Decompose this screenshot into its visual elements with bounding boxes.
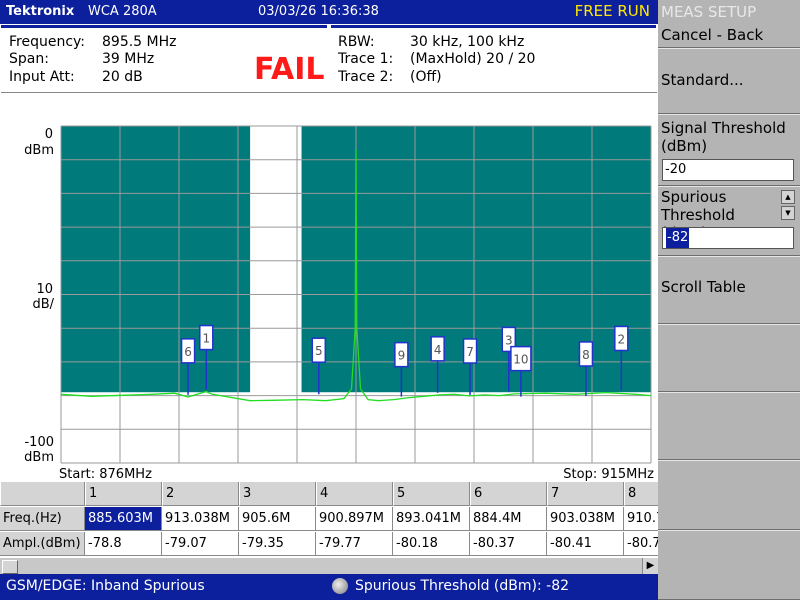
cancel-back-button-label: Cancel - Back — [661, 26, 764, 44]
rbw-label: RBW: — [338, 34, 375, 50]
title-divider — [331, 25, 656, 28]
column-header-3[interactable]: 3 — [239, 482, 316, 506]
spin-down-arrow-icon[interactable]: ▼ — [781, 206, 795, 220]
spectrum-chart: 1 2 3 4 5 6 7 8 9 10 0 dBm 10 dB/ -100 dBm Start:… — [24, 125, 654, 482]
table-corner — [0, 482, 85, 506]
verdict-fail: FAIL — [254, 52, 325, 87]
table-scrollbar[interactable]: ▶ — [0, 558, 658, 574]
trace2-value: (Off) — [410, 69, 442, 85]
marker-2-label: 2 — [617, 332, 625, 346]
menu-blank-button[interactable] — [658, 392, 800, 460]
marker-6-label: 6 — [184, 345, 192, 359]
title-divider — [1, 25, 327, 28]
ampl-cell-2[interactable]: -79.07 — [162, 532, 239, 556]
marker-10-label: 10 — [513, 353, 528, 367]
status-standard: GSM/EDGE: Inband Spurious — [6, 578, 205, 594]
signal-threshold-control[interactable]: Signal Threshold (dBm) -20 — [658, 114, 800, 186]
input-att-label: Input Att: — [9, 69, 75, 85]
marker-3-label: 3 — [505, 333, 513, 347]
menu-blank-button[interactable] — [658, 460, 800, 530]
freq-cell-2[interactable]: 913.038M — [162, 507, 239, 531]
frequency-label: Frequency: — [9, 34, 86, 50]
signal-threshold-label: Signal Threshold (dBm) — [661, 119, 786, 155]
ampl-cell-3[interactable]: -79.35 — [239, 532, 316, 556]
column-header-4[interactable]: 4 — [316, 482, 393, 506]
results-table: Freq.(Hz) Ampl.(dBm) 1 885.603M -78.8 2 913.03… — [0, 482, 701, 558]
trace1-label: Trace 1: — [338, 51, 394, 67]
column-header-2[interactable]: 2 — [162, 482, 239, 506]
frequency-value: 895.5 MHz — [102, 34, 177, 50]
spurious-threshold-input[interactable]: -82 — [662, 227, 794, 249]
menu-title: MEAS SETUP — [661, 3, 757, 21]
y-top-value: 0 — [45, 127, 53, 142]
scroll-table-button[interactable]: Scroll Table — [658, 256, 800, 324]
date-time: 03/03/26 16:36:38 — [258, 4, 379, 19]
start-frequency: Start: 876MHz — [59, 467, 152, 482]
freq-cell-5[interactable]: 893.041M — [393, 507, 470, 531]
column-header-6[interactable]: 6 — [470, 482, 547, 506]
y-top-unit: dBm — [24, 143, 54, 158]
row-label-freq: Freq.(Hz) — [0, 507, 85, 531]
column-header-7[interactable]: 7 — [547, 482, 624, 506]
y-bottom-unit: dBm — [24, 450, 54, 465]
freq-cell-7[interactable]: 903.038M — [547, 507, 624, 531]
status-threshold: Spurious Threshold (dBm): -82 — [355, 578, 570, 594]
run-state: FREE RUN — [574, 2, 650, 20]
standard-button-label: Standard... — [661, 71, 744, 89]
ampl-cell-4[interactable]: -79.77 — [316, 532, 393, 556]
side-menu: MEAS SETUP Cancel - Back Standard... Sig… — [658, 0, 800, 600]
column-header-5[interactable]: 5 — [393, 482, 470, 506]
marker-9-label: 9 — [398, 349, 406, 363]
span-label: Span: — [9, 51, 49, 67]
span-value: 39 MHz — [102, 51, 155, 67]
input-att-value: 20 dB — [102, 69, 143, 85]
scroll-table-label: Scroll Table — [661, 278, 746, 296]
brand-name: Tektronix — [6, 4, 75, 19]
scroll-right-arrow-icon[interactable]: ▶ — [642, 558, 658, 574]
freq-cell-3[interactable]: 905.6M — [239, 507, 316, 531]
marker-5-label: 5 — [315, 344, 323, 358]
status-indicator-icon — [332, 578, 348, 594]
spurious-threshold-value: -82 — [666, 228, 690, 248]
spectrum-plot[interactable]: 1 2 3 4 5 6 7 8 9 10 0 dBm 10 dB/ -100 dBm Start:… — [1, 92, 657, 483]
marker-4-label: 4 — [434, 343, 442, 357]
stop-frequency: Stop: 915MHz — [563, 467, 654, 482]
freq-cell-1[interactable]: 885.603M — [85, 507, 162, 531]
scrollbar-thumb[interactable] — [2, 560, 18, 574]
menu-blank-button[interactable] — [658, 530, 800, 600]
menu-title-block[interactable]: MEAS SETUP Cancel - Back — [658, 0, 800, 48]
column-header-1[interactable]: 1 — [85, 482, 162, 506]
instrument-model: WCA 280A — [88, 4, 157, 19]
y-mid-value: 10 — [36, 282, 53, 297]
standard-button[interactable]: Standard... — [658, 48, 800, 114]
rbw-value: 30 kHz, 100 kHz — [410, 34, 525, 50]
masked-band-1 — [61, 126, 251, 393]
ampl-cell-5[interactable]: -80.18 — [393, 532, 470, 556]
signal-threshold-input[interactable]: -20 — [662, 159, 794, 181]
ampl-cell-6[interactable]: -80.37 — [470, 532, 547, 556]
freq-cell-6[interactable]: 884.4M — [470, 507, 547, 531]
y-mid-unit: dB/ — [32, 297, 54, 312]
spin-up-arrow-icon[interactable]: ▲ — [781, 190, 795, 204]
ampl-cell-1[interactable]: -78.8 — [85, 532, 162, 556]
ampl-cell-7[interactable]: -80.41 — [547, 532, 624, 556]
freq-cell-4[interactable]: 900.897M — [316, 507, 393, 531]
trace2-label: Trace 2: — [338, 69, 394, 85]
status-bar: GSM/EDGE: Inband Spurious Spurious Thres… — [0, 574, 658, 600]
trace1-value: (MaxHold) 20 / 20 — [410, 51, 536, 67]
marker-8-label: 8 — [582, 348, 590, 362]
marker-7-label: 7 — [466, 345, 474, 359]
menu-blank-button[interactable] — [658, 324, 800, 392]
y-bottom-value: -100 — [24, 435, 54, 450]
marker-1-label: 1 — [202, 332, 210, 346]
title-bar: Tektronix WCA 280A 03/03/26 16:36:38 FRE… — [0, 0, 658, 24]
spurious-threshold-control[interactable]: Spurious Threshold (dBm) -82 — [658, 186, 800, 256]
row-label-ampl: Ampl.(dBm) — [0, 532, 85, 556]
